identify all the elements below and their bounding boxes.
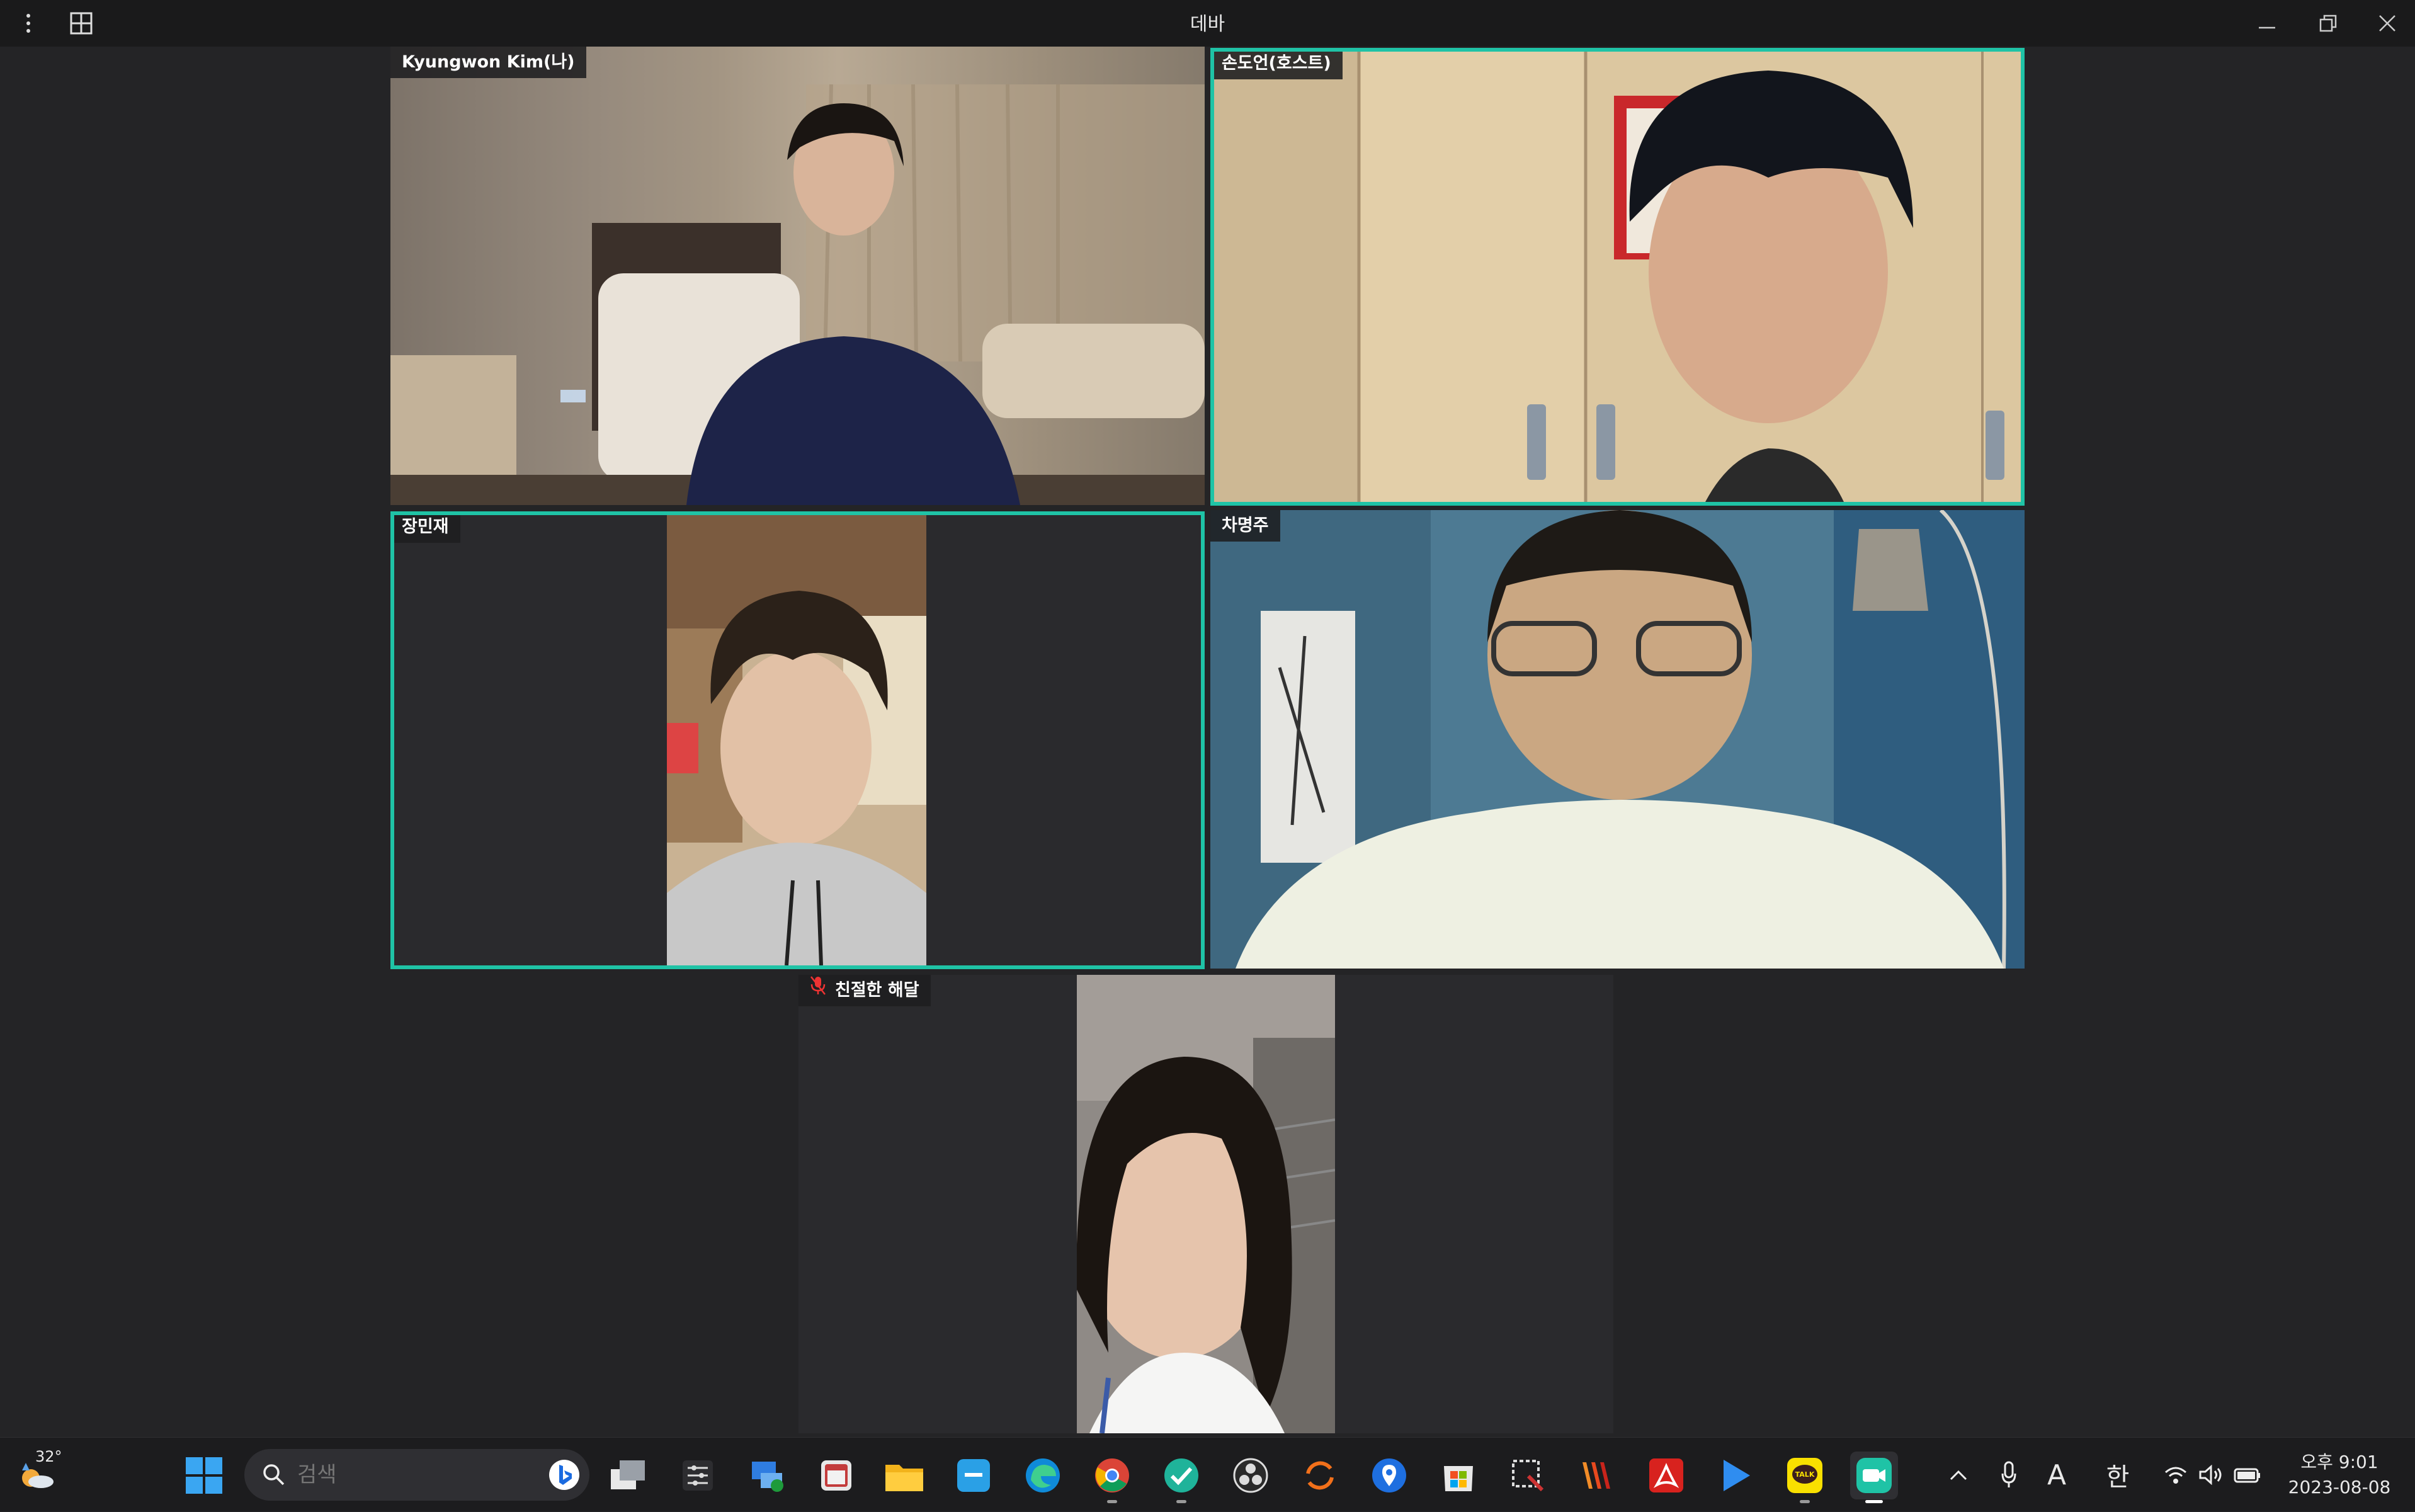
running-indicator [1176,1500,1186,1503]
title-bar: 데바 [0,0,2415,47]
close-button[interactable] [2365,0,2409,47]
video-tile-chinjeolhan-haedal[interactable]: 친절한 해달 [798,975,1613,1433]
clock[interactable]: 오후 9:01 2023-08-08 [2273,1438,2406,1512]
participant-name-label: 장민재 [394,515,460,543]
weather-temp: 32° [35,1448,62,1465]
participant-name: 장민재 [402,517,449,537]
settings-icon[interactable] [674,1452,722,1499]
participant-name-label: Kyungwon Kim(나) [390,47,586,78]
system-tray-status[interactable] [2159,1438,2266,1512]
search-input[interactable] [297,1462,486,1487]
ime-mode-indicator[interactable]: A [2038,1438,2076,1512]
volume-icon [2199,1465,2222,1485]
maps-icon[interactable] [1365,1452,1413,1499]
participant-video [1214,52,2021,502]
winamp-icon[interactable] [1573,1452,1621,1499]
onenote-icon[interactable] [950,1452,997,1499]
weather-widget[interactable]: 32° [9,1438,65,1512]
participant-name: Kyungwon Kim(나) [402,52,575,72]
participant-name: 차명주 [1222,516,1269,535]
participant-video [390,47,1205,505]
svg-text:TALK: TALK [1795,1470,1815,1479]
zoom-icon[interactable] [1850,1452,1898,1503]
participant-video [667,515,926,965]
minimize-button[interactable] [2245,0,2289,47]
obs-icon[interactable] [1227,1452,1275,1499]
video-tile-cha-myeongju[interactable]: 차명주 [1210,510,2025,969]
participant-name-label: 차명주 [1210,510,1280,542]
acrobat-icon[interactable] [1642,1452,1690,1499]
battery-icon [2234,1468,2260,1483]
hangul-indicator[interactable]: 한 [2097,1438,2139,1512]
video-tile-kyungwon-kim[interactable]: Kyungwon Kim(나) [390,47,1205,505]
edge-icon[interactable] [1019,1452,1067,1499]
video-tile-host[interactable]: 손도언(호스트) [1210,48,2025,506]
kakaotalk-icon[interactable]: TALK [1781,1452,1829,1503]
snip-sketch-icon[interactable] [1504,1452,1552,1499]
running-indicator [1800,1500,1810,1503]
remote-desktop-icon[interactable] [743,1452,791,1499]
wifi-icon [2165,1467,2186,1484]
bing-icon[interactable] [548,1458,581,1491]
microphone-tray-icon[interactable] [1990,1438,2028,1512]
muted-mic-icon [810,975,826,1006]
taskbar: 32° 검색 TALK A 한 오후 9:01 2023-08-08 [0,1437,2415,1511]
participant-video [1077,975,1335,1433]
participant-name-label: 친절한 해달 [798,975,931,1006]
show-hidden-icons-button[interactable] [1940,1438,1977,1512]
file-explorer-icon[interactable] [880,1452,928,1499]
participant-name: 손도언(호스트) [1222,54,1331,73]
sync-icon[interactable] [1296,1452,1344,1499]
window-title: 데바 [1190,13,1225,35]
participant-video [1210,510,2025,969]
video-tile-jang-minjae[interactable]: 장민재 [390,511,1205,969]
play-icon[interactable] [1712,1452,1759,1499]
restore-button[interactable] [2306,0,2350,47]
search-icon [263,1464,285,1486]
participant-name-label: 손도언(호스트) [1214,52,1343,79]
microsoft-store-icon[interactable] [1435,1452,1482,1499]
search-box[interactable] [244,1449,589,1501]
chrome-icon[interactable] [1088,1452,1136,1503]
clock-date: 2023-08-08 [2288,1477,2391,1498]
clock-time: 오후 9:01 [2300,1452,2378,1472]
active-indicator [1865,1500,1883,1503]
windows-start-icon[interactable] [180,1452,228,1499]
chevron-up-icon [1950,1470,1967,1481]
task-view-icon[interactable] [605,1452,652,1499]
running-indicator [1107,1500,1117,1503]
participant-name: 친절한 해달 [835,981,919,1000]
video-gallery: Kyungwon Kim(나) 손도언(호스트) 장민재 차명주 친절한 해달 [0,47,2415,1437]
snipping-tool-icon[interactable] [812,1452,860,1499]
vpn-icon[interactable] [1157,1452,1205,1503]
